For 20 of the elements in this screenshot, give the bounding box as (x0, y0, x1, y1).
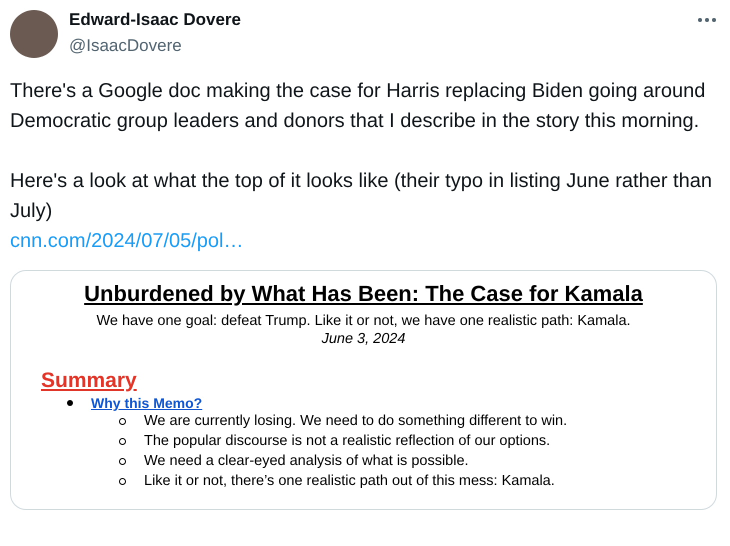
document-title: Unburdened by What Has Been: The Case for Kamala (83, 281, 644, 307)
bullet-icon (119, 418, 126, 424)
bullet-icon (119, 438, 126, 444)
tweet-text: There's a Google doc making the case for Harris replacing Biden going around Democratic group leaders and donors that I describe in the story this morning. (10, 79, 706, 134)
bullet-icon (67, 400, 73, 406)
document-image-card[interactable] (10, 270, 717, 510)
author-handle[interactable]: @IsaacDovere (69, 36, 683, 56)
list-item-text: Like it or not, there’s one realistic path out of this mess: Kamala. (144, 473, 555, 489)
bullet-icon (119, 478, 126, 484)
document-date: June 3, 2024 (320, 331, 406, 347)
bullet-icon (119, 458, 126, 464)
list-item-text: We need a clear-eyed analysis of what is possible. (144, 453, 469, 469)
list-item-text: We are currently losing. We need to do something different to win. (144, 413, 568, 429)
list-item-text: The popular discourse is not a realistic reflection of our options. (144, 433, 550, 449)
author-name[interactable]: Edward-Isaac Dovere (69, 10, 683, 30)
document-subtitle: We have one goal: defeat Trump. Like it or not, we have one realistic path: Kamala. (95, 313, 632, 329)
section-link: Why this Memo? (91, 395, 202, 411)
avatar-photo-placeholder[interactable] (10, 10, 58, 58)
tweet-text: Here's a look at what the top of it looks like (their typo in listing June rather than July) (10, 169, 713, 224)
section-heading: Summary (41, 369, 137, 393)
